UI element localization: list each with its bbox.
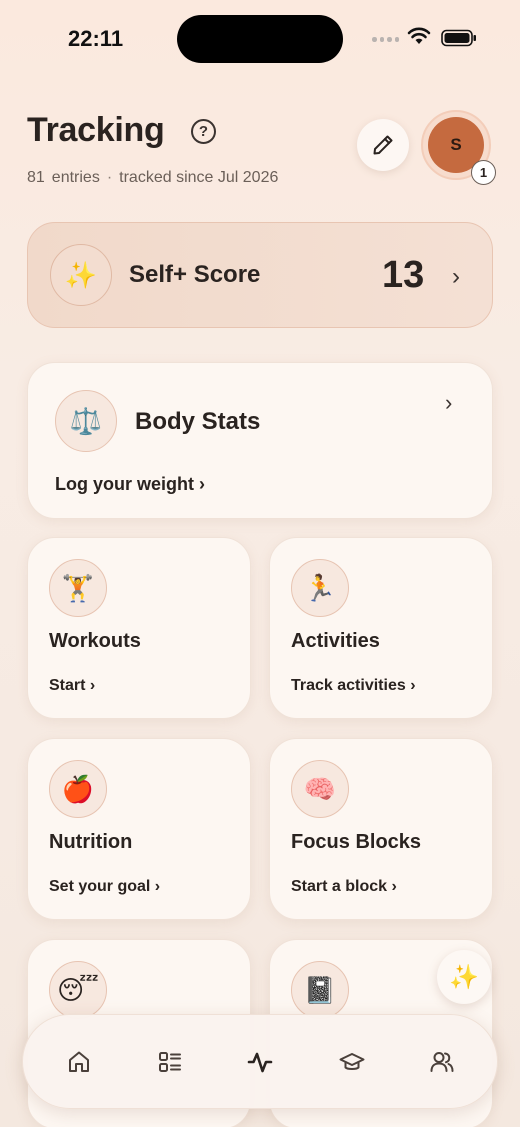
- log-weight-link[interactable]: Log your weight ›: [55, 474, 205, 495]
- brain-icon: 🧠: [291, 760, 349, 818]
- weightlifter-icon: 🏋️: [49, 559, 107, 617]
- runner-icon: 🏃: [291, 559, 349, 617]
- card-title: Activities: [291, 630, 380, 652]
- tab-learn[interactable]: [336, 1046, 368, 1078]
- chevron-right-icon: ›: [445, 390, 453, 415]
- sparkles-icon: ✨: [50, 244, 112, 306]
- tab-activity[interactable]: [244, 1046, 276, 1078]
- ai-assistant-button[interactable]: ✨: [437, 950, 491, 1004]
- list-icon: [159, 1052, 181, 1072]
- set-goal-link[interactable]: Set your goal ›: [49, 878, 160, 896]
- entries-count: 81: [27, 169, 45, 186]
- notification-badge: 1: [471, 160, 496, 185]
- start-block-link[interactable]: Start a block ›: [291, 878, 397, 896]
- scale-icon: ⚖️: [55, 390, 117, 452]
- score-value: 13: [382, 254, 425, 296]
- battery-icon: [441, 29, 476, 47]
- graduation-cap-icon: [339, 1053, 365, 1070]
- tab-home[interactable]: [63, 1046, 95, 1078]
- card-title: Workouts: [49, 630, 141, 652]
- signal-icon: [372, 37, 399, 42]
- help-icon[interactable]: ?: [191, 119, 216, 144]
- status-bar: 22:11: [0, 0, 520, 78]
- tab-people[interactable]: [426, 1046, 458, 1078]
- focus-blocks-card[interactable]: 🧠 Focus Blocks Start a block ›: [269, 738, 493, 920]
- track-activities-link[interactable]: Track activities ›: [291, 677, 416, 695]
- workouts-card[interactable]: 🏋️ Workouts Start ›: [27, 537, 251, 719]
- people-icon: [430, 1052, 454, 1072]
- pencil-icon: [373, 135, 393, 155]
- body-stats-title: Body Stats: [135, 408, 261, 435]
- activity-icon: [247, 1052, 273, 1073]
- tracked-since: tracked since Jul 2026: [119, 169, 279, 186]
- entries-label: entries: [51, 169, 100, 186]
- apple-icon: 🍎: [49, 760, 107, 818]
- card-title: Focus Blocks: [291, 831, 422, 853]
- separator-dot: ·: [106, 169, 113, 186]
- tracking-summary: 81 entries · tracked since Jul 2026: [27, 169, 278, 187]
- nutrition-card[interactable]: 🍎 Nutrition Set your goal ›: [27, 738, 251, 920]
- status-time: 22:11: [68, 26, 124, 51]
- tab-bar: [22, 1014, 498, 1109]
- home-icon: [69, 1051, 89, 1072]
- start-workout-link[interactable]: Start ›: [49, 677, 95, 695]
- card-title: Nutrition: [49, 831, 133, 853]
- wifi-icon: [407, 27, 431, 44]
- score-label: Self+ Score: [129, 261, 261, 288]
- dynamic-island: [177, 15, 343, 63]
- body-stats-card[interactable]: ⚖️ Body Stats Log your weight › ›: [27, 362, 493, 519]
- self-score-card[interactable]: ✨ Self+ Score 13 ›: [27, 222, 493, 328]
- activities-card[interactable]: 🏃 Activities Track activities ›: [269, 537, 493, 719]
- tab-list[interactable]: [154, 1046, 186, 1078]
- sleeping-face-icon: 😴: [49, 961, 107, 1019]
- page-title: Tracking: [27, 111, 165, 149]
- notebook-icon: 📓: [291, 961, 349, 1019]
- chevron-right-icon: ›: [452, 263, 460, 290]
- edit-button[interactable]: [357, 119, 409, 171]
